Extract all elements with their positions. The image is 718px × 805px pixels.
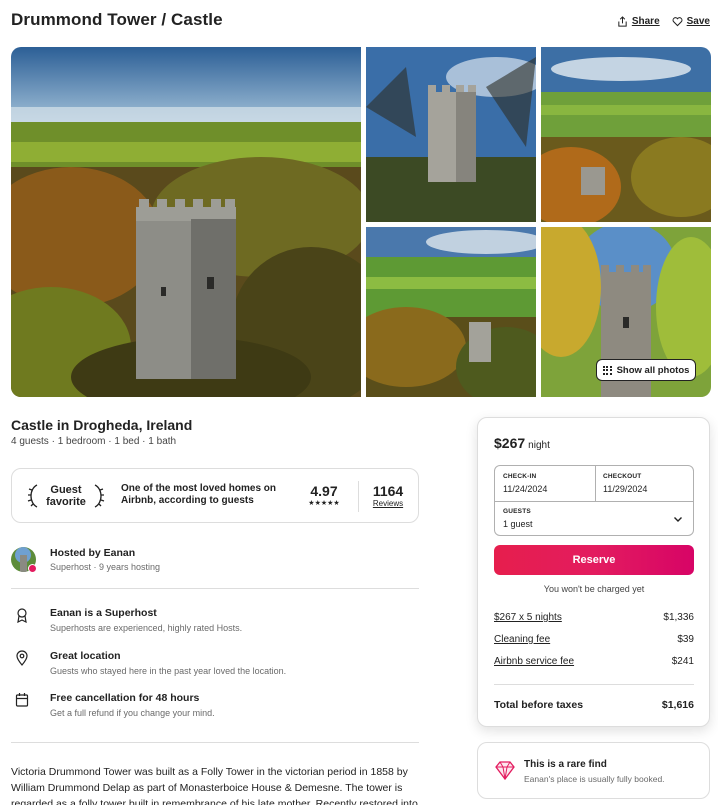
checkin-field[interactable]: CHECK-IN 11/24/2024 [503,473,547,494]
host-meta: Superhost · 9 years hosting [50,562,161,572]
save-button[interactable]: Save [672,16,710,27]
price-line-amount: $1,336 [663,612,694,623]
share-label: Share [631,16,660,27]
divider [495,501,693,502]
show-all-photos-button[interactable]: Show all photos [596,359,696,381]
photo-3[interactable] [541,47,711,222]
medal-icon [17,608,27,623]
booking-card: $267 night CHECK-IN 11/24/2024 CHECKOUT 1… [477,417,710,727]
share-button[interactable]: Share [617,16,660,27]
checkout-label: CHECKOUT [603,473,642,480]
price-line-label[interactable]: Cleaning fee [494,634,550,645]
divider [358,481,359,512]
total-label: Total before taxes [494,699,584,711]
rating-value: 4.97 [310,483,338,499]
feature-subtitle: Guests who stayed here in the past year … [50,666,287,676]
price-unit: night [528,440,550,451]
heart-icon [672,17,683,27]
date-guest-picker: CHECK-IN 11/24/2024 CHECKOUT 11/29/2024 … [494,465,694,536]
location-pin-icon [16,650,28,666]
photo-main[interactable] [11,47,361,397]
rare-find-box: This is a rare find Eanan's place is usu… [477,742,710,799]
reviews-link[interactable]: 1164 Reviews [366,483,410,508]
price-value: $267 [494,435,526,451]
calendar-icon [15,693,29,707]
nightly-price: $267 night [494,435,550,451]
rare-find-subtitle: Eanan's place is usually fully booked. [524,774,665,784]
listing-description: Victoria Drummond Tower was built as a F… [11,766,418,805]
guest-favorite-badge: Guest favorite [26,483,106,509]
price-line-amount: $39 [677,634,694,645]
chevron-down-icon[interactable] [673,514,683,524]
guests-label: GUESTS [503,508,531,515]
host-name: Hosted by Eanan [50,547,136,559]
price-line: Airbnb service fee $241 [494,656,694,667]
guests-value: 1 guest [503,519,533,529]
feature-title: Great location [50,650,121,662]
price-line-label[interactable]: Airbnb service fee [494,656,574,667]
section-divider [11,742,419,743]
header-actions: Share Save [617,16,710,27]
divider [595,466,596,501]
divider [494,684,694,685]
star-icon: ★★★★★ [308,500,340,507]
checkout-field[interactable]: CHECKOUT 11/29/2024 [603,473,647,494]
guest-favorite-label: Guest favorite [46,484,86,508]
reserve-button[interactable]: Reserve [494,545,694,575]
show-all-photos-label: Show all photos [616,364,690,376]
section-divider [11,588,419,589]
price-line: $267 x 5 nights $1,336 [494,612,694,623]
reviews-count: 1164 [372,483,404,499]
total-row: Total before taxes $1,616 [494,699,694,711]
share-icon [618,16,627,27]
no-charge-note: You won't be charged yet [543,584,645,594]
photo-4[interactable] [366,227,536,397]
save-label: Save [686,16,710,27]
feature-title: Free cancellation for 48 hours [50,692,200,704]
price-line-label[interactable]: $267 x 5 nights [494,612,562,623]
listing-subtitle: Castle in Drogheda, Ireland [11,417,193,433]
page-title: Drummond Tower / Castle [11,10,223,29]
photo-2[interactable] [366,47,536,222]
checkin-label: CHECK-IN [503,473,537,480]
reviews-label: Reviews [372,499,404,508]
guest-favorite-box: Guest favorite One of the most loved hom… [11,468,419,523]
feature-title: Eanan is a Superhost [50,607,157,619]
rare-find-title: This is a rare find [524,759,607,770]
checkout-value: 11/29/2024 [603,484,648,494]
price-line: Cleaning fee $39 [494,634,694,645]
checkin-value: 11/24/2024 [503,484,548,494]
price-line-amount: $241 [671,656,694,667]
guest-favorite-description: One of the most loved homes on Airbnb, a… [121,483,277,506]
diamond-icon [495,761,515,781]
total-amount: $1,616 [661,699,694,711]
laurel-left-icon [27,484,38,508]
grid-icon [602,365,612,375]
rating: 4.97 ★★★★★ [304,483,344,507]
superhost-badge-icon [28,564,37,573]
feature-subtitle: Superhosts are experienced, highly rated… [50,623,243,633]
guests-field[interactable]: GUESTS 1 guest [503,508,533,529]
listing-overview: 4 guests · 1 bedroom · 1 bed · 1 bath [11,436,177,447]
feature-subtitle: Get a full refund if you change your min… [50,708,215,718]
laurel-right-icon [94,484,105,508]
